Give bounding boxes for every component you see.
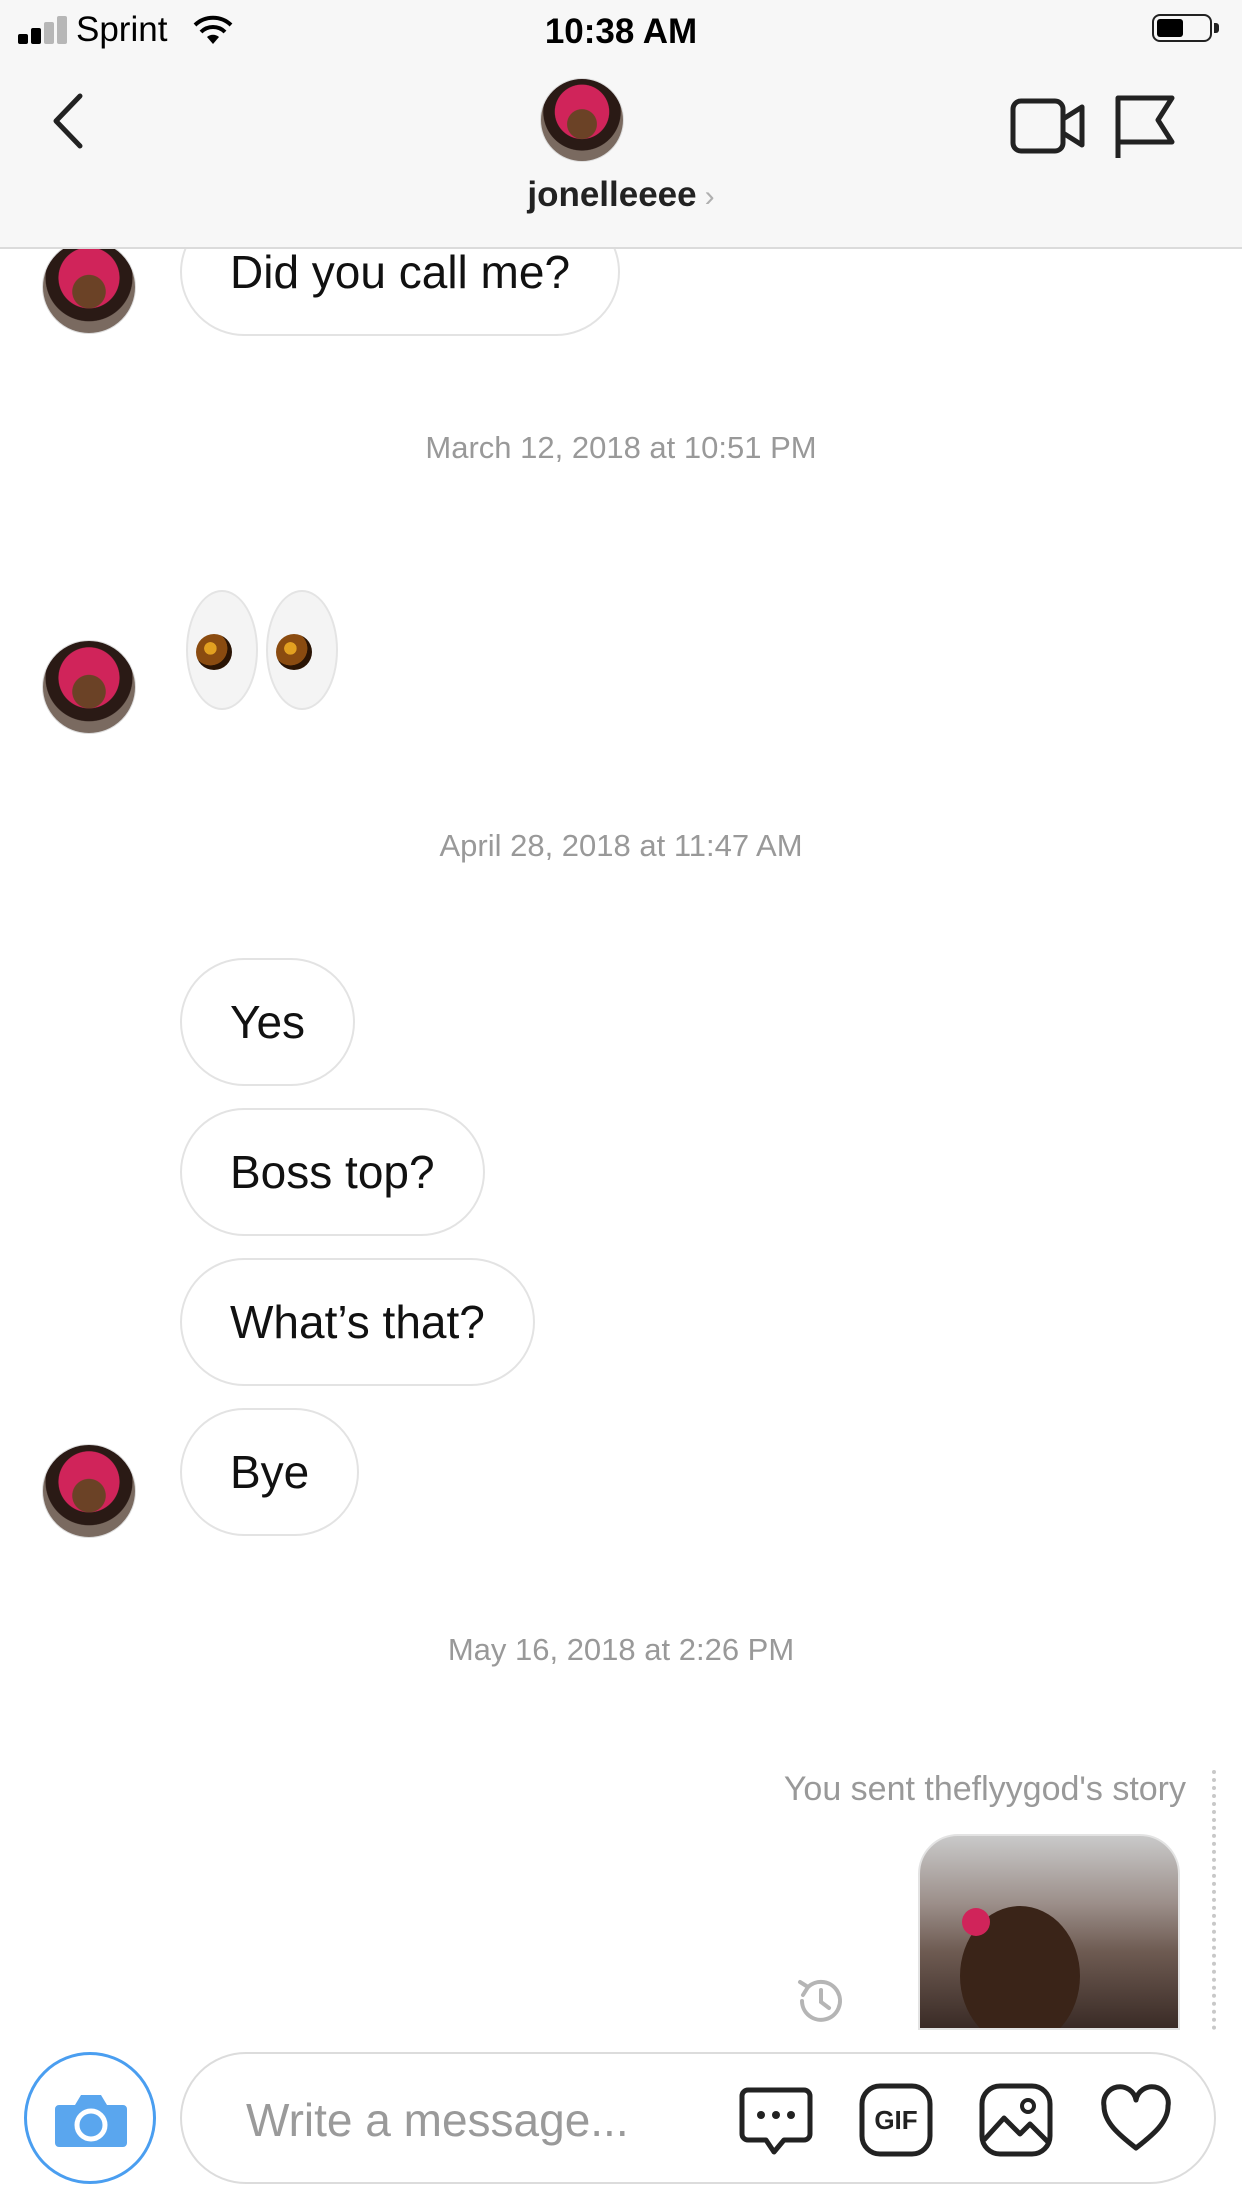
sender-avatar[interactable]	[42, 240, 136, 334]
camera-button[interactable]	[24, 2052, 156, 2184]
flag-icon	[1115, 95, 1175, 158]
chevron-right-icon: ›	[704, 180, 715, 213]
message-bubble[interactable]: Boss top?	[180, 1108, 485, 1236]
timestamp: May 16, 2018 at 2:26 PM	[447, 1632, 795, 1667]
message-bubble[interactable]: Bye	[180, 1408, 360, 1536]
timestamp: April 28, 2018 at 11:47 AM	[439, 828, 803, 863]
gif-icon: GIF	[859, 2083, 933, 2157]
conversation-header: Sprint 10:38 AM jonelleeee ›	[0, 0, 1242, 249]
like-button[interactable]	[1098, 2082, 1174, 2158]
profile-avatar[interactable]	[540, 78, 624, 162]
svg-text:GIF: GIF	[874, 2105, 917, 2135]
eyes-emoji-message[interactable]	[186, 590, 346, 714]
video-camera-icon	[1010, 98, 1085, 154]
sender-avatar[interactable]	[42, 640, 136, 734]
timestamp: March 12, 2018 at 10:51 PM	[425, 430, 817, 465]
back-button[interactable]	[42, 86, 102, 156]
eye-icon	[266, 590, 338, 710]
status-time: 10:38 AM	[544, 12, 698, 51]
report-button[interactable]	[1112, 92, 1178, 162]
eye-icon	[186, 590, 258, 710]
username-label: jonelleeee	[527, 175, 697, 214]
message-input[interactable]	[244, 2074, 668, 2166]
camera-icon	[55, 2095, 127, 2147]
message-bubble[interactable]: What’s that?	[180, 1258, 535, 1386]
chevron-left-icon	[53, 93, 83, 149]
gif-button[interactable]: GIF	[858, 2082, 934, 2158]
chat-bubble-icon	[739, 2087, 813, 2155]
quick-replies-button[interactable]	[738, 2082, 814, 2158]
gallery-button[interactable]	[978, 2082, 1054, 2158]
sender-avatar[interactable]	[42, 1444, 136, 1538]
message-composer: GIF	[180, 2052, 1216, 2184]
video-call-button[interactable]	[1010, 95, 1086, 157]
story-dots-divider	[1212, 1770, 1220, 2030]
battery-icon	[1152, 14, 1222, 44]
history-icon[interactable]	[790, 1970, 852, 2032]
heart-icon	[1101, 2084, 1171, 2151]
image-icon	[979, 2083, 1053, 2157]
sent-story-label: You sent theflyygod's story	[783, 1770, 1186, 1808]
profile-username[interactable]: jonelleeee ›	[0, 175, 1242, 215]
story-thumbnail[interactable]	[918, 1834, 1180, 2030]
message-bubble[interactable]: Yes	[180, 958, 356, 1086]
